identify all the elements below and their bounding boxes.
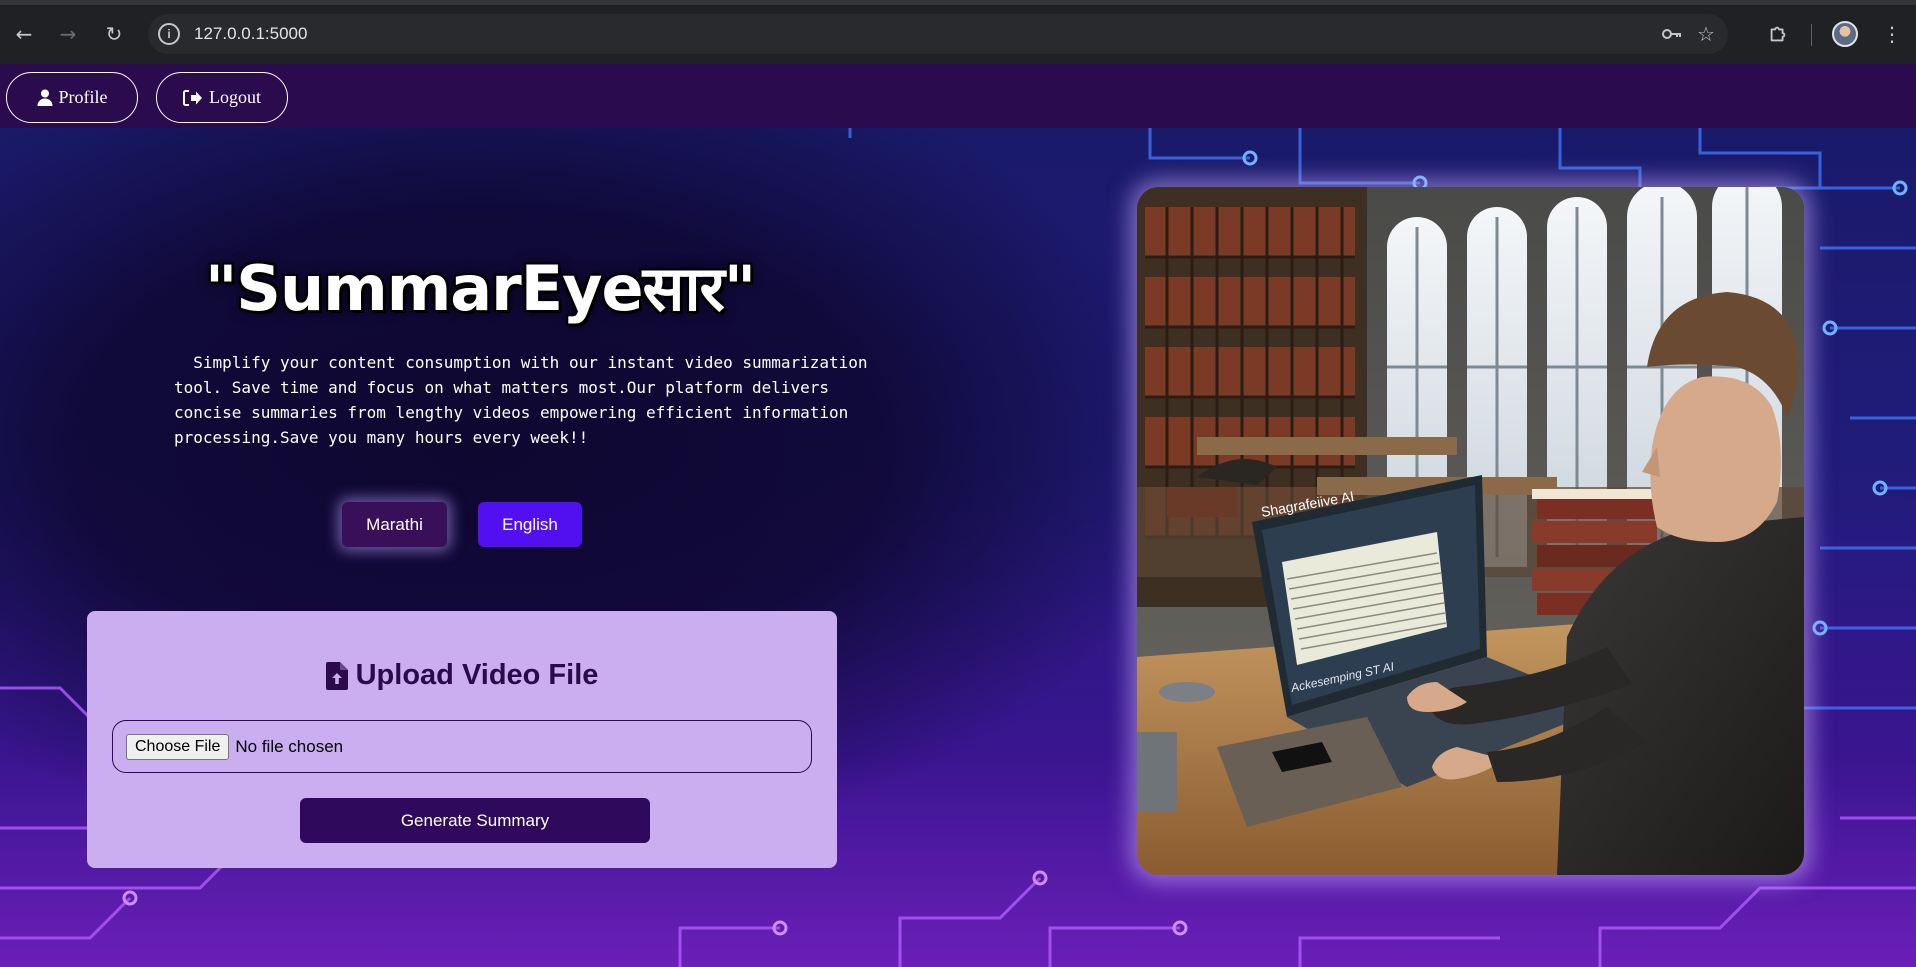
profile-button[interactable]: Profile [6, 72, 138, 123]
logout-label: Logout [209, 87, 261, 107]
hero-illustration: Shagrafeiive AI Cerenod Summarized syste… [1137, 187, 1804, 875]
toolbar-divider [1811, 24, 1812, 46]
info-icon[interactable]: i [158, 23, 180, 45]
sign-out-icon [183, 89, 202, 106]
profile-label: Profile [58, 87, 108, 107]
app-header: Profile Logout [0, 64, 1916, 128]
user-icon [37, 89, 52, 106]
file-status: No file chosen [235, 736, 344, 756]
generate-summary-button[interactable]: Generate Summary [300, 798, 650, 843]
upload-title-text: Upload Video File [355, 659, 599, 691]
puzzle-icon[interactable] [1764, 20, 1792, 48]
choose-file-button[interactable]: Choose File [126, 733, 230, 760]
english-button[interactable]: English [478, 502, 582, 547]
file-upload-icon [325, 661, 348, 690]
upload-title: Upload Video File [87, 659, 837, 692]
arrow-right-icon[interactable]: → [54, 20, 82, 48]
file-input[interactable]: Choose File No file chosen [112, 720, 812, 773]
kebab-menu-icon[interactable]: ⋮ [1878, 20, 1906, 48]
browser-tab-strip [0, 0, 1916, 5]
hero-description: Simplify your content consumption with o… [174, 353, 868, 447]
logout-button[interactable]: Logout [156, 72, 288, 123]
arrow-left-icon[interactable]: ← [10, 20, 38, 48]
upload-card: Upload Video File Choose File No file ch… [87, 611, 837, 868]
star-icon[interactable]: ☆ [1694, 22, 1718, 46]
marathi-button[interactable]: Marathi [342, 502, 447, 547]
url-text[interactable]: 127.0.0.1:5000 [194, 24, 307, 44]
page-title: "SummarEyeसार" [205, 252, 756, 325]
avatar[interactable] [1832, 21, 1858, 47]
address-bar[interactable]: i 127.0.0.1:5000 ☆ [148, 14, 1728, 54]
key-icon[interactable] [1660, 22, 1684, 46]
reload-icon[interactable]: ↻ [100, 20, 128, 48]
